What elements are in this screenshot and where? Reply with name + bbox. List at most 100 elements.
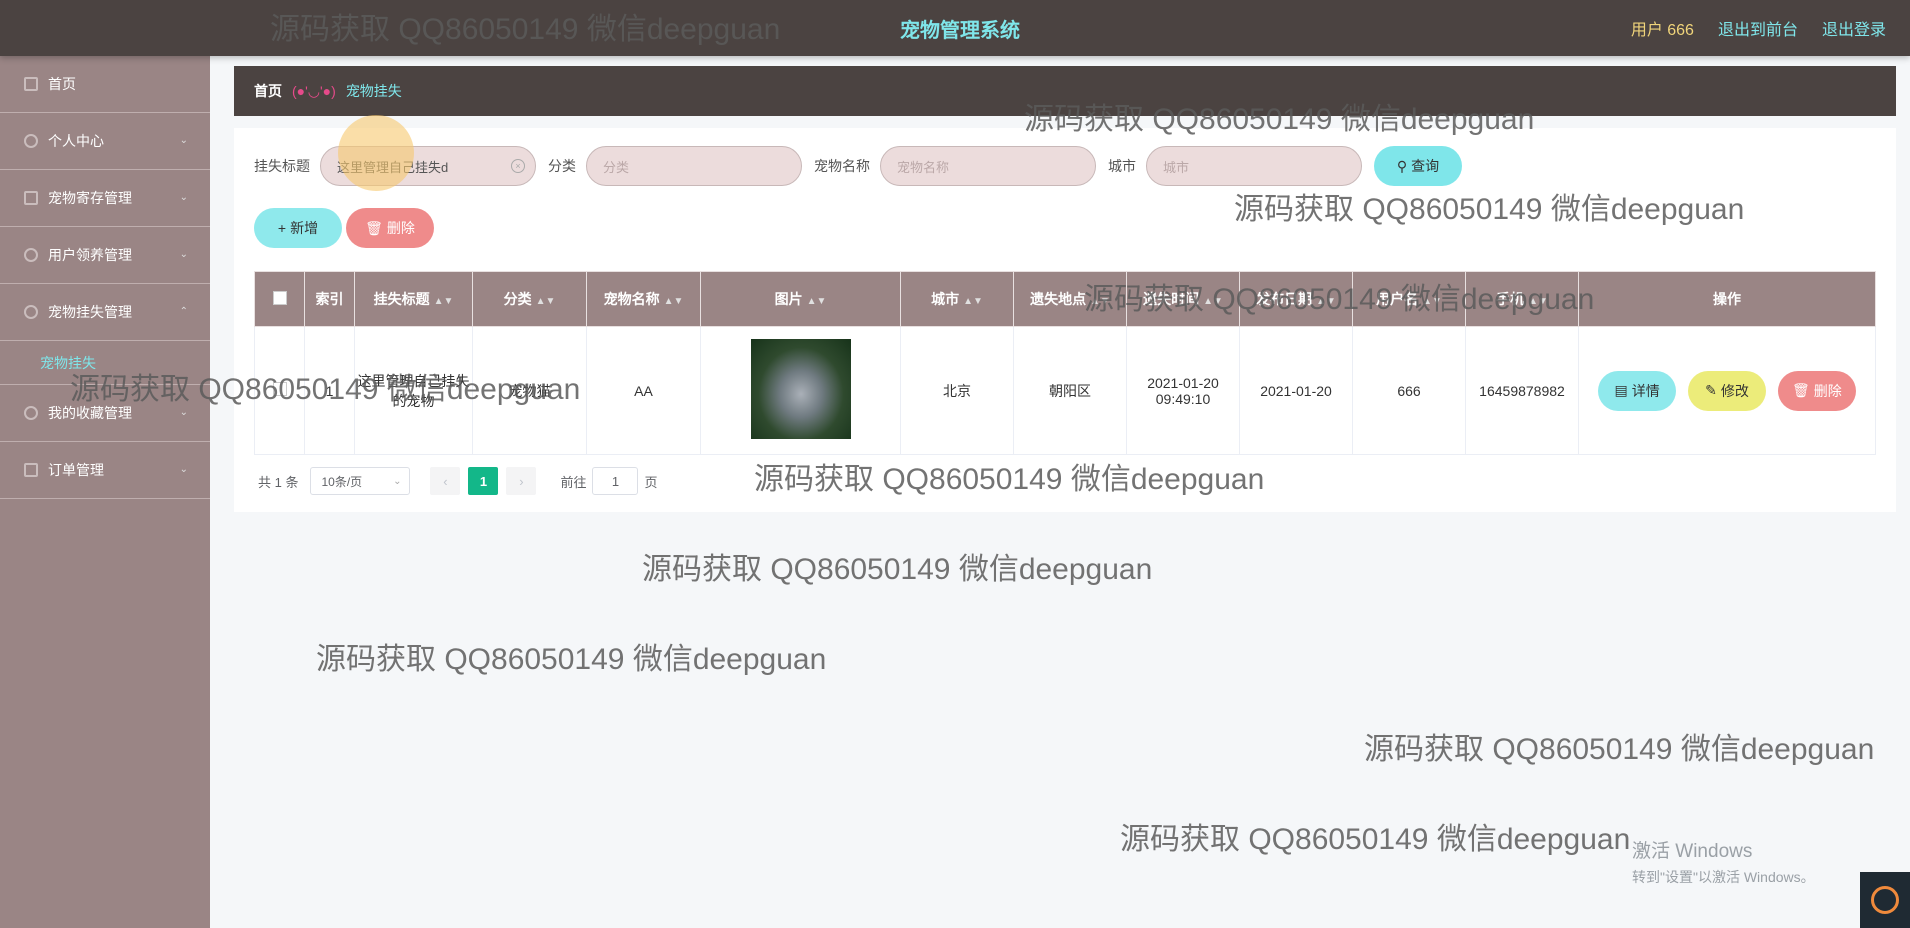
- sidebar-subitem-label: 宠物挂失: [40, 354, 96, 371]
- col-pet-name[interactable]: 宠物名称 ▲▼: [586, 271, 701, 327]
- title-filter-value: 这里管理自己挂失d: [337, 159, 449, 175]
- sort-icon[interactable]: ▲▼: [664, 296, 684, 307]
- chevron-down-icon: ⌄: [393, 475, 402, 487]
- windows-activation-notice: 激活 Windows 转到"设置"以激活 Windows。: [1632, 836, 1815, 887]
- page-size-select[interactable]: 10条/页 ⌄: [310, 467, 411, 495]
- batch-delete-button[interactable]: 🗑 删除: [346, 208, 434, 248]
- sidebar-item-personal-center[interactable]: 个人中心 ⌄: [0, 113, 210, 170]
- sidebar-item-orders[interactable]: 订单管理 ⌄: [0, 442, 210, 499]
- cell-image: [700, 326, 901, 455]
- sort-icon[interactable]: ▲▼: [807, 296, 827, 307]
- title-filter-input[interactable]: 这里管理自己挂失d ×: [320, 146, 536, 186]
- sort-icon[interactable]: ▲▼: [434, 296, 454, 307]
- pencil-icon: ✎: [1705, 382, 1717, 398]
- search-icon: ⚲: [1396, 157, 1408, 174]
- cell-category: 宠物猫: [472, 326, 587, 455]
- box-icon: [24, 191, 38, 205]
- row-checkbox[interactable]: [272, 382, 287, 396]
- chevron-down-icon: ⌄: [179, 464, 188, 475]
- page-number-1[interactable]: 1: [468, 467, 499, 495]
- activation-title: 激活 Windows: [1632, 841, 1753, 862]
- cell-lost-place: 朝阳区: [1013, 326, 1127, 455]
- cell-actions: ▤ 详情 ✎ 修改 🗑 删除: [1578, 326, 1876, 455]
- category-filter-label: 分类: [548, 158, 576, 174]
- sidebar-item-label: 订单管理: [48, 462, 104, 478]
- trash-icon: 🗑: [1792, 382, 1810, 398]
- top-bar: 宠物管理系统 用户 666 退出到前台 退出登录: [0, 0, 1910, 56]
- sort-icon[interactable]: ▲▼: [536, 296, 556, 307]
- sort-icon[interactable]: ▲▼: [1090, 296, 1110, 307]
- col-lost-time[interactable]: 遗失时间 ▲▼: [1126, 271, 1240, 327]
- col-index: 索引: [304, 271, 355, 327]
- clear-icon[interactable]: ×: [511, 159, 525, 173]
- logout-link[interactable]: 退出登录: [1822, 16, 1886, 40]
- back-to-front-link[interactable]: 退出到前台: [1718, 16, 1798, 40]
- page-suffix: 页: [644, 474, 658, 490]
- sort-icon[interactable]: ▲▼: [1203, 296, 1223, 307]
- edit-button[interactable]: ✎ 修改: [1688, 370, 1766, 411]
- sidebar-item-label: 个人中心: [48, 133, 104, 149]
- title-filter-label: 挂失标题: [254, 158, 310, 174]
- category-filter-input[interactable]: 分类: [586, 146, 802, 186]
- detail-button[interactable]: ▤ 详情: [1598, 370, 1677, 411]
- sort-icon[interactable]: ▲▼: [1422, 296, 1442, 307]
- sidebar-item-label: 宠物挂失管理: [48, 304, 132, 320]
- favorite-icon: [24, 406, 38, 420]
- search-button[interactable]: ⚲ 查询: [1374, 146, 1462, 186]
- col-phone[interactable]: 手机 ▲▼: [1465, 271, 1579, 327]
- city-filter-input[interactable]: 城市: [1146, 146, 1362, 186]
- cell-city: 北京: [900, 326, 1014, 455]
- row-delete-button[interactable]: 🗑 删除: [1777, 370, 1856, 411]
- col-publish-date[interactable]: 发布日期 ▲▼: [1239, 271, 1353, 327]
- chevron-down-icon: ⌄: [179, 407, 188, 418]
- sidebar-item-home[interactable]: 首页: [0, 56, 210, 113]
- sidebar-item-adoption[interactable]: 用户领养管理 ⌄: [0, 227, 210, 284]
- sidebar-subitem-lost-pet[interactable]: 宠物挂失: [0, 341, 210, 385]
- col-title[interactable]: 挂失标题 ▲▼: [354, 271, 473, 327]
- plus-icon: +: [277, 220, 287, 236]
- next-page-button[interactable]: ›: [506, 467, 537, 495]
- col-image[interactable]: 图片 ▲▼: [700, 271, 901, 327]
- breadcrumb-home[interactable]: 首页: [254, 81, 282, 101]
- watermark: 源码获取 QQ86050149 微信deepguan: [1120, 823, 1631, 856]
- table-header-row: 索引 挂失标题 ▲▼ 分类 ▲▼ 宠物名称 ▲▼ 图片 ▲▼ 城市 ▲▼ 遗失地点 ▲▼ 遗…: [254, 271, 1876, 327]
- user-icon: [24, 134, 38, 148]
- col-username[interactable]: 用户名 ▲▼: [1352, 271, 1466, 327]
- add-button[interactable]: + 新增: [254, 208, 342, 248]
- pagination: 共 1 条 10条/页 ⌄ ‹ 1 › 前往 1 页: [258, 467, 658, 495]
- app-logo-icon: [1871, 886, 1899, 914]
- col-lost-place[interactable]: 遗失地点 ▲▼: [1013, 271, 1127, 327]
- row-select-cell: [254, 326, 305, 455]
- chevron-down-icon: ⌄: [179, 249, 188, 260]
- prev-page-button[interactable]: ‹: [430, 467, 461, 495]
- pet-photo[interactable]: [750, 339, 851, 439]
- watermark: 源码获取 QQ86050149 微信deepguan: [1364, 733, 1875, 766]
- home-icon: [24, 77, 38, 91]
- sort-icon[interactable]: ▲▼: [1528, 296, 1548, 307]
- table-row: 1 这里管理自己挂失的宠物 宠物猫 AA 北京 朝阳区 2021-01-20 0…: [254, 326, 1876, 455]
- sort-icon[interactable]: ▲▼: [963, 296, 983, 307]
- lost-pets-table: 索引 挂失标题 ▲▼ 分类 ▲▼ 宠物名称 ▲▼ 图片 ▲▼ 城市 ▲▼ 遗失地点 ▲▼ 遗…: [254, 271, 1876, 455]
- cell-title: 这里管理自己挂失的宠物: [354, 326, 473, 455]
- col-category[interactable]: 分类 ▲▼: [472, 271, 587, 327]
- breadcrumb-separator: (●'◡'●): [292, 82, 336, 99]
- chevron-down-icon: ⌄: [179, 135, 188, 146]
- batch-delete-label: 删除: [386, 220, 415, 236]
- current-user: 用户 666: [1630, 22, 1694, 39]
- sidebar-item-favorites[interactable]: 我的收藏管理 ⌄: [0, 385, 210, 442]
- sidebar-item-pet-storage[interactable]: 宠物寄存管理 ⌄: [0, 170, 210, 227]
- select-all-checkbox[interactable]: [272, 290, 287, 305]
- col-actions: 操作: [1578, 271, 1876, 327]
- tray-app-icon[interactable]: [1860, 872, 1910, 928]
- sidebar-item-lost-pets[interactable]: 宠物挂失管理 ⌃: [0, 284, 210, 341]
- goto-page-input[interactable]: 1: [592, 467, 639, 495]
- sidebar: 首页 个人中心 ⌄ 宠物寄存管理 ⌄ 用户领养管理 ⌄ 宠物挂失管理 ⌃ 宠物挂…: [0, 56, 210, 928]
- col-city[interactable]: 城市 ▲▼: [900, 271, 1014, 327]
- search-button-label: 查询: [1411, 158, 1440, 174]
- main-panel: 挂失标题 这里管理自己挂失d × 分类 分类 宠物名称 宠物名称 城市 城市 ⚲…: [234, 128, 1896, 512]
- pet-name-filter-input[interactable]: 宠物名称: [880, 146, 1096, 186]
- sidebar-item-label: 我的收藏管理: [48, 405, 132, 421]
- cell-pet-name: AA: [586, 326, 701, 455]
- sort-icon[interactable]: ▲▼: [1316, 296, 1336, 307]
- add-button-label: 新增: [290, 220, 319, 236]
